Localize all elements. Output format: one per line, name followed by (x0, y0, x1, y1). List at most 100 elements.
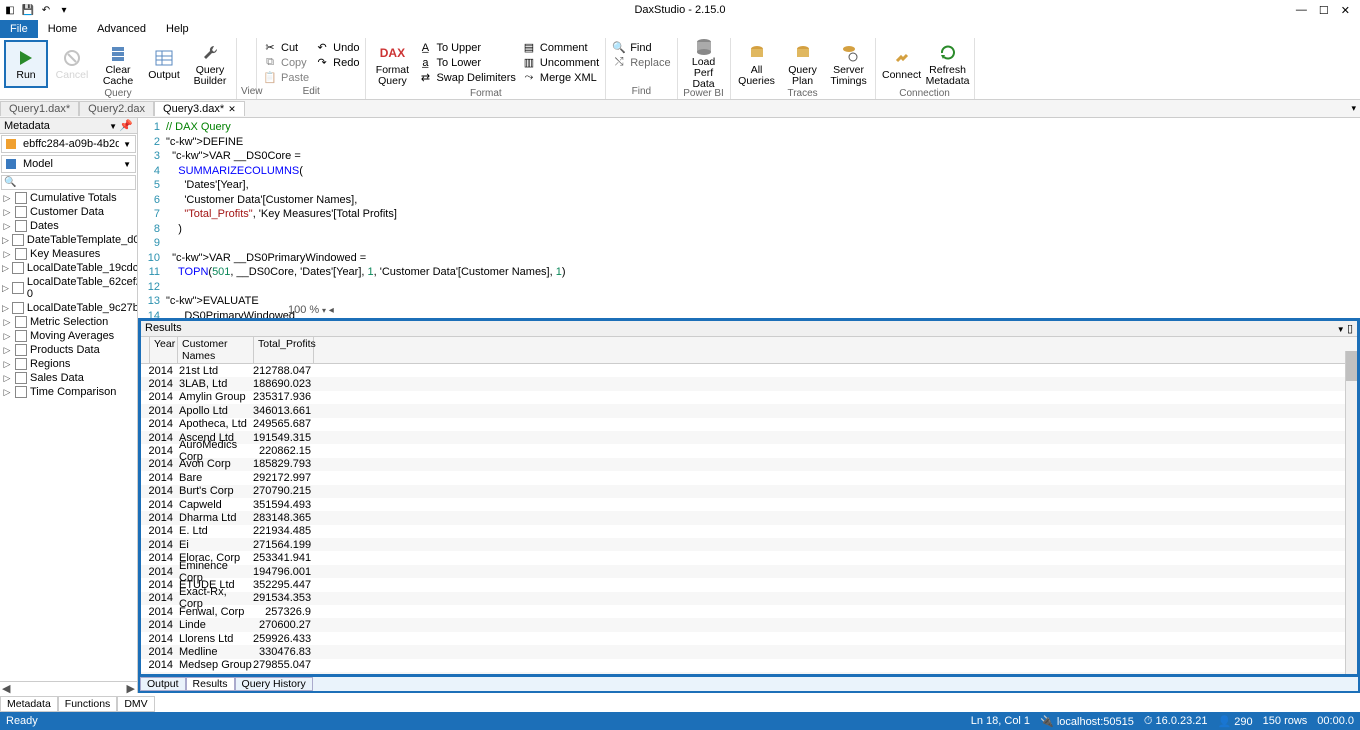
model-selector[interactable]: Model▼ (1, 155, 136, 173)
dropdown-icon[interactable]: ▼ (109, 122, 119, 131)
tree-item[interactable]: ▷LocalDateTable_19cdc2e1- (0, 261, 137, 275)
close-tab-icon[interactable]: ✕ (228, 104, 236, 115)
save-icon[interactable]: 💾 (20, 2, 36, 18)
results-dropdown-icon[interactable]: ▼ (1337, 325, 1347, 334)
merge-xml-button[interactable]: ⤳Merge XML (520, 70, 601, 85)
tab-advanced[interactable]: Advanced (87, 20, 156, 38)
table-row[interactable]: 2014Medsep Group279855.047 (141, 659, 1357, 672)
expand-icon[interactable]: ▷ (2, 221, 12, 232)
tab-output[interactable]: Output (140, 677, 186, 691)
table-row[interactable]: 2014Medline330476.83 (141, 645, 1357, 658)
table-row[interactable]: 2014Apollo Ltd346013.661 (141, 404, 1357, 417)
table-row[interactable]: 2014Ei271564.199 (141, 538, 1357, 551)
connect-button[interactable]: Connect (880, 40, 924, 88)
expand-icon[interactable]: ▷ (2, 345, 12, 356)
replace-button[interactable]: ⤭Replace (610, 55, 672, 70)
undo-qat-icon[interactable]: ↶ (38, 2, 54, 18)
table-row[interactable]: 2014Capweld351594.493 (141, 498, 1357, 511)
expand-icon[interactable]: ▷ (2, 331, 12, 342)
table-row[interactable]: 2014Burt's Corp270790.215 (141, 485, 1357, 498)
tab-history[interactable]: Query History (235, 677, 313, 691)
clear-cache-button[interactable]: ClearCache (96, 40, 140, 88)
tree-item[interactable]: ▷Customer Data (0, 205, 137, 219)
swap-delim-button[interactable]: ⇄Swap Delimiters (416, 70, 517, 85)
sbtab-dmv[interactable]: DMV (117, 696, 154, 712)
uncomment-button[interactable]: ▥Uncomment (520, 55, 601, 70)
tree-item[interactable]: ▷DateTableTemplate_d095fb (0, 233, 137, 247)
expand-icon[interactable]: ▷ (2, 387, 12, 398)
vertical-scrollbar[interactable] (1345, 351, 1357, 674)
tree-item[interactable]: ▷Moving Averages (0, 329, 137, 343)
doc-tab[interactable]: Query1.dax* (0, 101, 79, 116)
server-timings-button[interactable]: ServerTimings (827, 40, 871, 88)
tab-results[interactable]: Results (186, 677, 235, 691)
scroll-right-icon[interactable]: ▶ (127, 682, 135, 693)
all-queries-button[interactable]: AllQueries (735, 40, 779, 88)
expand-icon[interactable]: ▷ (2, 283, 9, 294)
tab-home[interactable]: Home (38, 20, 87, 38)
col-year[interactable]: Year (150, 337, 178, 363)
zoom-level[interactable]: 100 % ▾ ◂ (288, 304, 334, 316)
paste-button[interactable]: 📋Paste (261, 70, 311, 85)
tree-item[interactable]: ▷Dates (0, 219, 137, 233)
tab-help[interactable]: Help (156, 20, 199, 38)
table-row[interactable]: 20143LAB, Ltd188690.023 (141, 377, 1357, 390)
to-upper-button[interactable]: A̲To Upper (416, 40, 517, 55)
expand-icon[interactable]: ▷ (2, 193, 12, 204)
expand-icon[interactable]: ▷ (2, 373, 12, 384)
table-row[interactable]: 2014AuroMedics Corp220862.15 (141, 444, 1357, 457)
comment-button[interactable]: ▤Comment (520, 40, 601, 55)
table-row[interactable]: 2014Ascend Ltd191549.315 (141, 431, 1357, 444)
table-row[interactable]: 2014Fenwal, Corp257326.9 (141, 605, 1357, 618)
database-selector[interactable]: ebffc284-a09b-4b2d-a1b8-▼ (1, 135, 136, 153)
tree-item[interactable]: ▷Products Data (0, 343, 137, 357)
scroll-left-icon[interactable]: ◀ (2, 682, 10, 693)
table-row[interactable]: 2014ETUDE Ltd352295.447 (141, 578, 1357, 591)
table-row[interactable]: 2014Eminence Corp194796.001 (141, 565, 1357, 578)
maximize-button[interactable]: ☐ (1319, 4, 1329, 17)
close-button[interactable]: ✕ (1341, 4, 1350, 17)
query-plan-button[interactable]: QueryPlan (781, 40, 825, 88)
expand-icon[interactable]: ▷ (2, 249, 12, 260)
table-row[interactable]: 2014Amylin Group235317.936 (141, 391, 1357, 404)
tree-item[interactable]: ▷Time Comparison (0, 385, 137, 399)
tab-overflow-icon[interactable]: ▾ (1351, 103, 1360, 114)
table-row[interactable]: 201421st Ltd212788.047 (141, 364, 1357, 377)
cut-button[interactable]: ✂Cut (261, 40, 311, 55)
query-builder-button[interactable]: QueryBuilder (188, 40, 232, 88)
table-row[interactable]: 2014Avon Corp185829.793 (141, 458, 1357, 471)
results-pin-icon[interactable]: ▯ (1347, 323, 1353, 335)
col-customer[interactable]: Customer Names (178, 337, 254, 363)
load-perf-button[interactable]: Load PerfData (682, 40, 726, 88)
output-button[interactable]: Output (142, 40, 186, 88)
tab-file[interactable]: File (0, 20, 38, 38)
undo-button[interactable]: ↶Undo (313, 40, 361, 55)
doc-tab-active[interactable]: Query3.dax*✕ (154, 101, 245, 116)
doc-tab[interactable]: Query2.dax (79, 101, 154, 116)
format-query-button[interactable]: DAXFormatQuery (370, 40, 414, 88)
run-button[interactable]: Run (4, 40, 48, 88)
results-grid[interactable]: Year Customer Names Total_Profits 201421… (141, 337, 1357, 674)
sbtab-functions[interactable]: Functions (58, 696, 118, 712)
expand-icon[interactable]: ▷ (2, 207, 12, 218)
tree-item[interactable]: ▷Key Measures (0, 247, 137, 261)
tree-item[interactable]: ▷LocalDateTable_9c27bc4b- (0, 301, 137, 315)
find-button[interactable]: 🔍Find (610, 40, 672, 55)
code-editor[interactable]: 123456789101112131415161718 // DAX Query… (138, 118, 1360, 318)
tree-item[interactable]: ▷Regions (0, 357, 137, 371)
refresh-button[interactable]: RefreshMetadata (926, 40, 970, 88)
expand-icon[interactable]: ▷ (2, 263, 9, 274)
table-row[interactable]: 2014Mylan Corp186736.437 (141, 672, 1357, 674)
sbtab-metadata[interactable]: Metadata (0, 696, 58, 712)
col-profits[interactable]: Total_Profits (254, 337, 314, 363)
table-row[interactable]: 2014E. Ltd221934.485 (141, 525, 1357, 538)
table-row[interactable]: 2014Exact-Rx, Corp291534.353 (141, 592, 1357, 605)
cancel-button[interactable]: Cancel (50, 40, 94, 88)
tree-item[interactable]: ▷LocalDateTable_62cef255-0 (0, 275, 137, 301)
minimize-button[interactable]: — (1296, 4, 1307, 17)
table-row[interactable]: 2014Linde270600.27 (141, 618, 1357, 631)
tree-item[interactable]: ▷Metric Selection (0, 315, 137, 329)
to-lower-button[interactable]: a̲To Lower (416, 55, 517, 70)
expand-icon[interactable]: ▷ (2, 235, 9, 246)
expand-icon[interactable]: ▷ (2, 317, 12, 328)
